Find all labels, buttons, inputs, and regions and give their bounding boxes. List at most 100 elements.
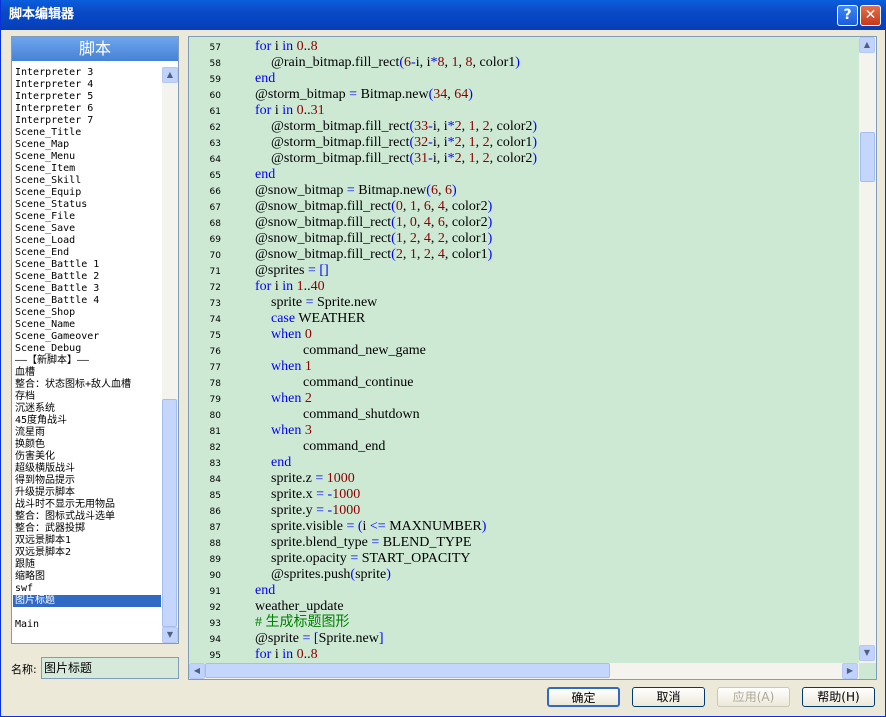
scroll-left-icon[interactable]: ◀: [189, 663, 205, 679]
scroll-thumb[interactable]: [205, 663, 610, 678]
code-line[interactable]: 72 for i in 1..40: [189, 279, 859, 295]
code-line[interactable]: 77 when 1: [189, 359, 859, 375]
help-icon[interactable]: ?: [837, 5, 858, 26]
script-list-item[interactable]: Scene_Item: [13, 163, 161, 175]
code-line[interactable]: 89 sprite.opacity = START_OPACITY: [189, 551, 859, 567]
script-list-item[interactable]: Scene_Battle 1: [13, 259, 161, 271]
script-list-item[interactable]: Scene_Battle 3: [13, 283, 161, 295]
script-list-item[interactable]: Scene_File: [13, 211, 161, 223]
scroll-up-icon[interactable]: ▲: [859, 37, 875, 53]
code-line[interactable]: 65 end: [189, 167, 859, 183]
code-line[interactable]: 71 @sprites = []: [189, 263, 859, 279]
script-list-item[interactable]: Scene_Debug: [13, 343, 161, 355]
code-line[interactable]: 94 @sprite = [Sprite.new]: [189, 631, 859, 647]
name-field[interactable]: 图片标题: [41, 657, 179, 679]
code-line[interactable]: 83 end: [189, 455, 859, 471]
apply-button[interactable]: 应用(A): [717, 687, 790, 707]
script-list-item[interactable]: Scene_Name: [13, 319, 161, 331]
code-line[interactable]: 62 @storm_bitmap.fill_rect(33-i, i*2, 1, …: [189, 119, 859, 135]
script-list-item[interactable]: 换颜色: [13, 439, 161, 451]
code-line[interactable]: 68 @snow_bitmap.fill_rect(1, 0, 4, 6, col…: [189, 215, 859, 231]
code-line[interactable]: 57 for i in 0..8: [189, 39, 859, 55]
code-line[interactable]: 69 @snow_bitmap.fill_rect(1, 2, 4, 2, col…: [189, 231, 859, 247]
code-line[interactable]: 78 command_continue: [189, 375, 859, 391]
code-line[interactable]: 74 case WEATHER: [189, 311, 859, 327]
script-list-item[interactable]: 得到物品提示: [13, 475, 161, 487]
code-line[interactable]: 90 @sprites.push(sprite): [189, 567, 859, 583]
code-line[interactable]: 84 sprite.z = 1000: [189, 471, 859, 487]
script-list-item[interactable]: 图片标题: [13, 595, 161, 607]
script-list[interactable]: Interpreter 3 Interpreter 4 Interpreter 5I…: [13, 67, 161, 642]
scroll-down-icon[interactable]: ▼: [162, 627, 178, 643]
script-list-item[interactable]: 伤害美化: [13, 451, 161, 463]
code-line[interactable]: 93 # 生成标题图形: [189, 615, 859, 631]
script-list-item[interactable]: 缩略图: [13, 571, 161, 583]
code-line[interactable]: 92 weather_update: [189, 599, 859, 615]
code-line[interactable]: 87 sprite.visible = (i <= MAXNUMBER): [189, 519, 859, 535]
script-list-item[interactable]: swf: [13, 583, 161, 595]
code-line[interactable]: 75 when 0: [189, 327, 859, 343]
script-list-item[interactable]: Scene_Map: [13, 139, 161, 151]
code-line[interactable]: 66 @snow_bitmap = Bitmap.new(6, 6): [189, 183, 859, 199]
script-list-item[interactable]: Interpreter 3: [13, 67, 161, 79]
script-list-item[interactable]: 双远景脚本1: [13, 535, 161, 547]
scroll-down-icon[interactable]: ▼: [859, 645, 875, 661]
script-list-item[interactable]: 流星雨: [13, 427, 161, 439]
code-line[interactable]: 58 @rain_bitmap.fill_rect(6-i, i*8, 1, 8,…: [189, 55, 859, 71]
script-list-item[interactable]: 战斗时不显示无用物品: [13, 499, 161, 511]
script-list-scrollbar[interactable]: ▲ ▼: [162, 67, 178, 643]
script-list-item[interactable]: Scene_Status: [13, 199, 161, 211]
script-list-item[interactable]: Scene_Battle 2: [13, 271, 161, 283]
code-line[interactable]: 64 @storm_bitmap.fill_rect(31-i, i*2, 1, …: [189, 151, 859, 167]
code-line[interactable]: 61 for i in 0..31: [189, 103, 859, 119]
script-list-item[interactable]: Scene_Shop: [13, 307, 161, 319]
script-list-item[interactable]: Interpreter 7: [13, 115, 161, 127]
script-list-item[interactable]: 沉迷系统: [13, 403, 161, 415]
script-list-item[interactable]: Scene_Title: [13, 127, 161, 139]
script-list-item[interactable]: 整合：武器投掷: [13, 523, 161, 535]
script-list-item[interactable]: 双远景脚本2: [13, 547, 161, 559]
code-line[interactable]: 63 @storm_bitmap.fill_rect(32-i, i*2, 1, …: [189, 135, 859, 151]
code-line[interactable]: 81 when 3: [189, 423, 859, 439]
script-list-item[interactable]: [13, 607, 161, 619]
editor-vertical-scrollbar[interactable]: ▲ ▼: [859, 37, 876, 663]
script-list-item[interactable]: Scene_Gameover: [13, 331, 161, 343]
script-list-item[interactable]: Scene_Skill: [13, 175, 161, 187]
code-line[interactable]: 59 end: [189, 71, 859, 87]
script-list-item[interactable]: Scene_Save: [13, 223, 161, 235]
script-list-item[interactable]: 超级横版战斗: [13, 463, 161, 475]
title-bar[interactable]: 脚本编辑器: [1, 0, 886, 30]
script-list-item[interactable]: Scene_End: [13, 247, 161, 259]
code-line[interactable]: 91 end: [189, 583, 859, 599]
script-list-item[interactable]: Interpreter 6: [13, 103, 161, 115]
code-line[interactable]: 88 sprite.blend_type = BLEND_TYPE: [189, 535, 859, 551]
script-list-item[interactable]: Scene_Menu: [13, 151, 161, 163]
code-line[interactable]: 76 command_new_game: [189, 343, 859, 359]
code-line[interactable]: 60 @storm_bitmap = Bitmap.new(34, 64): [189, 87, 859, 103]
script-list-item[interactable]: 升级提示脚本: [13, 487, 161, 499]
ok-button[interactable]: 确定: [547, 687, 620, 707]
code-line[interactable]: 67 @snow_bitmap.fill_rect(0, 1, 6, 4, col…: [189, 199, 859, 215]
script-list-item[interactable]: Main: [13, 619, 161, 631]
script-list-item[interactable]: Scene_Equip: [13, 187, 161, 199]
script-list-item[interactable]: 整合：图标式战斗选单: [13, 511, 161, 523]
code-line[interactable]: 95 for i in 0..8: [189, 647, 859, 663]
script-list-item[interactable]: Scene_Battle 4: [13, 295, 161, 307]
code-line[interactable]: 80 command_shutdown: [189, 407, 859, 423]
script-list-item[interactable]: Interpreter 4: [13, 79, 161, 91]
code-editor[interactable]: 57 for i in 0..8 58 @rain_bitmap.fill_rect(…: [188, 36, 877, 680]
script-list-item[interactable]: 45度角战斗: [13, 415, 161, 427]
cancel-button[interactable]: 取消: [632, 687, 705, 707]
code-line[interactable]: 73 sprite = Sprite.new: [189, 295, 859, 311]
script-list-item[interactable]: Interpreter 5: [13, 91, 161, 103]
scroll-up-icon[interactable]: ▲: [162, 67, 178, 83]
close-icon[interactable]: ✕: [860, 5, 881, 26]
scroll-thumb[interactable]: [162, 399, 177, 627]
scroll-right-icon[interactable]: ▶: [842, 663, 858, 679]
help-button[interactable]: 帮助(H): [802, 687, 875, 707]
code-line[interactable]: 70 @snow_bitmap.fill_rect(2, 1, 2, 4, col…: [189, 247, 859, 263]
script-list-item[interactable]: 跟随: [13, 559, 161, 571]
code-line[interactable]: 82 command_end: [189, 439, 859, 455]
code-line[interactable]: 79 when 2: [189, 391, 859, 407]
editor-horizontal-scrollbar[interactable]: ◀ ▶: [189, 663, 859, 679]
